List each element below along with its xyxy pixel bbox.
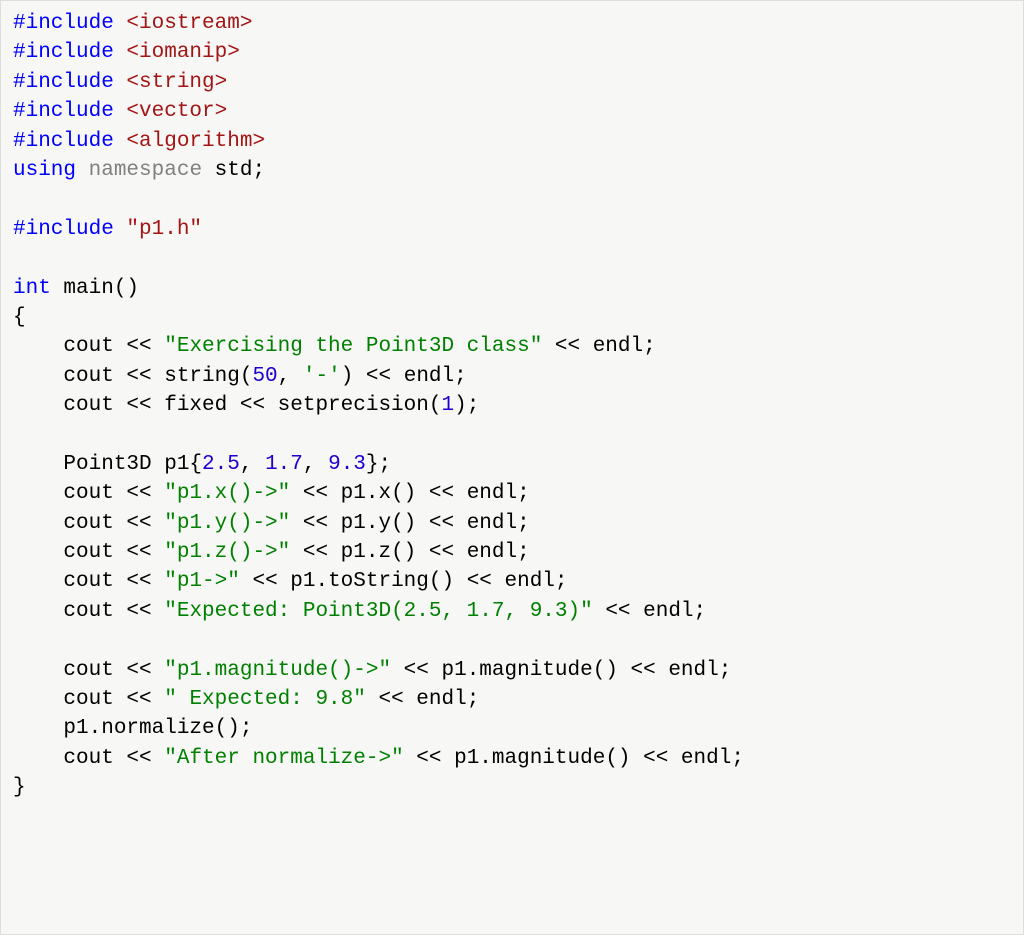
code-token: using bbox=[13, 159, 89, 182]
code-line: #include "p1.h" bbox=[13, 215, 1011, 244]
code-line: #include <string> bbox=[13, 68, 1011, 97]
code-token: cout << bbox=[13, 570, 164, 593]
code-line: { bbox=[13, 303, 1011, 332]
code-token: cout << bbox=[13, 541, 164, 564]
code-token: cout << bbox=[13, 512, 164, 535]
code-line: cout << "p1->" << p1.toString() << endl; bbox=[13, 567, 1011, 596]
code-token: << endl; bbox=[542, 335, 655, 358]
code-line: cout << "p1.magnitude()->" << p1.magnitu… bbox=[13, 656, 1011, 685]
code-token: cout << bbox=[13, 600, 164, 623]
code-token: cout << bbox=[13, 335, 164, 358]
code-token: <vector> bbox=[126, 100, 227, 123]
code-token: " Expected: 9.8" bbox=[164, 688, 366, 711]
code-line: Point3D p1{2.5, 1.7, 9.3}; bbox=[13, 450, 1011, 479]
code-token: << endl; bbox=[593, 600, 706, 623]
code-token: "Expected: Point3D(2.5, 1.7, 9.3)" bbox=[164, 600, 592, 623]
code-token: namespace bbox=[89, 159, 215, 182]
code-token: "p1.x()->" bbox=[164, 482, 290, 505]
code-token: } bbox=[13, 776, 26, 799]
code-line: cout << "After normalize->" << p1.magnit… bbox=[13, 744, 1011, 773]
code-token: << p1.y() << endl; bbox=[290, 512, 529, 535]
code-token: cout << fixed << setprecision( bbox=[13, 394, 441, 417]
code-token: , bbox=[278, 365, 303, 388]
code-token: #include bbox=[13, 130, 126, 153]
code-line: cout << fixed << setprecision(1); bbox=[13, 391, 1011, 420]
code-token: #include bbox=[13, 71, 126, 94]
code-line: #include <iomanip> bbox=[13, 38, 1011, 67]
code-line: using namespace std; bbox=[13, 156, 1011, 185]
code-token: 9.3 bbox=[328, 453, 366, 476]
code-token: "p1.z()->" bbox=[164, 541, 290, 564]
code-token: #include bbox=[13, 100, 126, 123]
code-token: << p1.x() << endl; bbox=[290, 482, 529, 505]
code-token: cout << bbox=[13, 688, 164, 711]
code-token: "p1.h" bbox=[126, 218, 202, 241]
code-token: 1.7 bbox=[265, 453, 303, 476]
code-line bbox=[13, 420, 1011, 449]
code-token: "p1.magnitude()->" bbox=[164, 659, 391, 682]
code-token: << p1.toString() << endl; bbox=[240, 570, 568, 593]
code-line: cout << " Expected: 9.8" << endl; bbox=[13, 685, 1011, 714]
code-token: std; bbox=[215, 159, 265, 182]
code-line: } bbox=[13, 773, 1011, 802]
code-token: cout << bbox=[13, 482, 164, 505]
code-token: cout << bbox=[13, 659, 164, 682]
code-token: #include bbox=[13, 41, 126, 64]
code-token: "Exercising the Point3D class" bbox=[164, 335, 542, 358]
code-block: #include <iostream>#include <iomanip>#in… bbox=[13, 9, 1011, 803]
code-line: p1.normalize(); bbox=[13, 714, 1011, 743]
code-token: <iomanip> bbox=[126, 41, 239, 64]
code-token: , bbox=[303, 453, 328, 476]
code-token: cout << string( bbox=[13, 365, 252, 388]
code-token: , bbox=[240, 453, 265, 476]
code-token: { bbox=[13, 306, 26, 329]
code-line bbox=[13, 626, 1011, 655]
code-line: cout << string(50, '-') << endl; bbox=[13, 362, 1011, 391]
code-token: << endl; bbox=[366, 688, 479, 711]
code-token: main() bbox=[63, 277, 139, 300]
code-token: 50 bbox=[252, 365, 277, 388]
code-token: << p1.magnitude() << endl; bbox=[391, 659, 731, 682]
code-token: ) << endl; bbox=[341, 365, 467, 388]
code-line: #include <vector> bbox=[13, 97, 1011, 126]
code-line: cout << "p1.y()->" << p1.y() << endl; bbox=[13, 509, 1011, 538]
code-token: "p1->" bbox=[164, 570, 240, 593]
code-token: << p1.z() << endl; bbox=[290, 541, 529, 564]
code-token: <string> bbox=[126, 71, 227, 94]
code-token: Point3D p1{ bbox=[13, 453, 202, 476]
code-token: int bbox=[13, 277, 63, 300]
code-line: cout << "p1.x()->" << p1.x() << endl; bbox=[13, 479, 1011, 508]
code-token: p1.normalize(); bbox=[13, 717, 252, 740]
code-line: cout << "Exercising the Point3D class" <… bbox=[13, 332, 1011, 361]
code-line: cout << "Expected: Point3D(2.5, 1.7, 9.3… bbox=[13, 597, 1011, 626]
code-line: cout << "p1.z()->" << p1.z() << endl; bbox=[13, 538, 1011, 567]
code-token: << p1.magnitude() << endl; bbox=[404, 747, 744, 770]
code-token: "After normalize->" bbox=[164, 747, 403, 770]
code-token: cout << bbox=[13, 747, 164, 770]
code-line bbox=[13, 244, 1011, 273]
code-token: }; bbox=[366, 453, 391, 476]
code-token: #include bbox=[13, 218, 126, 241]
code-line: #include <iostream> bbox=[13, 9, 1011, 38]
code-token: '-' bbox=[303, 365, 341, 388]
code-line bbox=[13, 185, 1011, 214]
code-line: #include <algorithm> bbox=[13, 127, 1011, 156]
code-token: <iostream> bbox=[126, 12, 252, 35]
code-token: 1 bbox=[441, 394, 454, 417]
code-token: <algorithm> bbox=[126, 130, 265, 153]
code-token: 2.5 bbox=[202, 453, 240, 476]
code-token: #include bbox=[13, 12, 126, 35]
code-token: ); bbox=[454, 394, 479, 417]
code-line: int main() bbox=[13, 274, 1011, 303]
code-token: "p1.y()->" bbox=[164, 512, 290, 535]
